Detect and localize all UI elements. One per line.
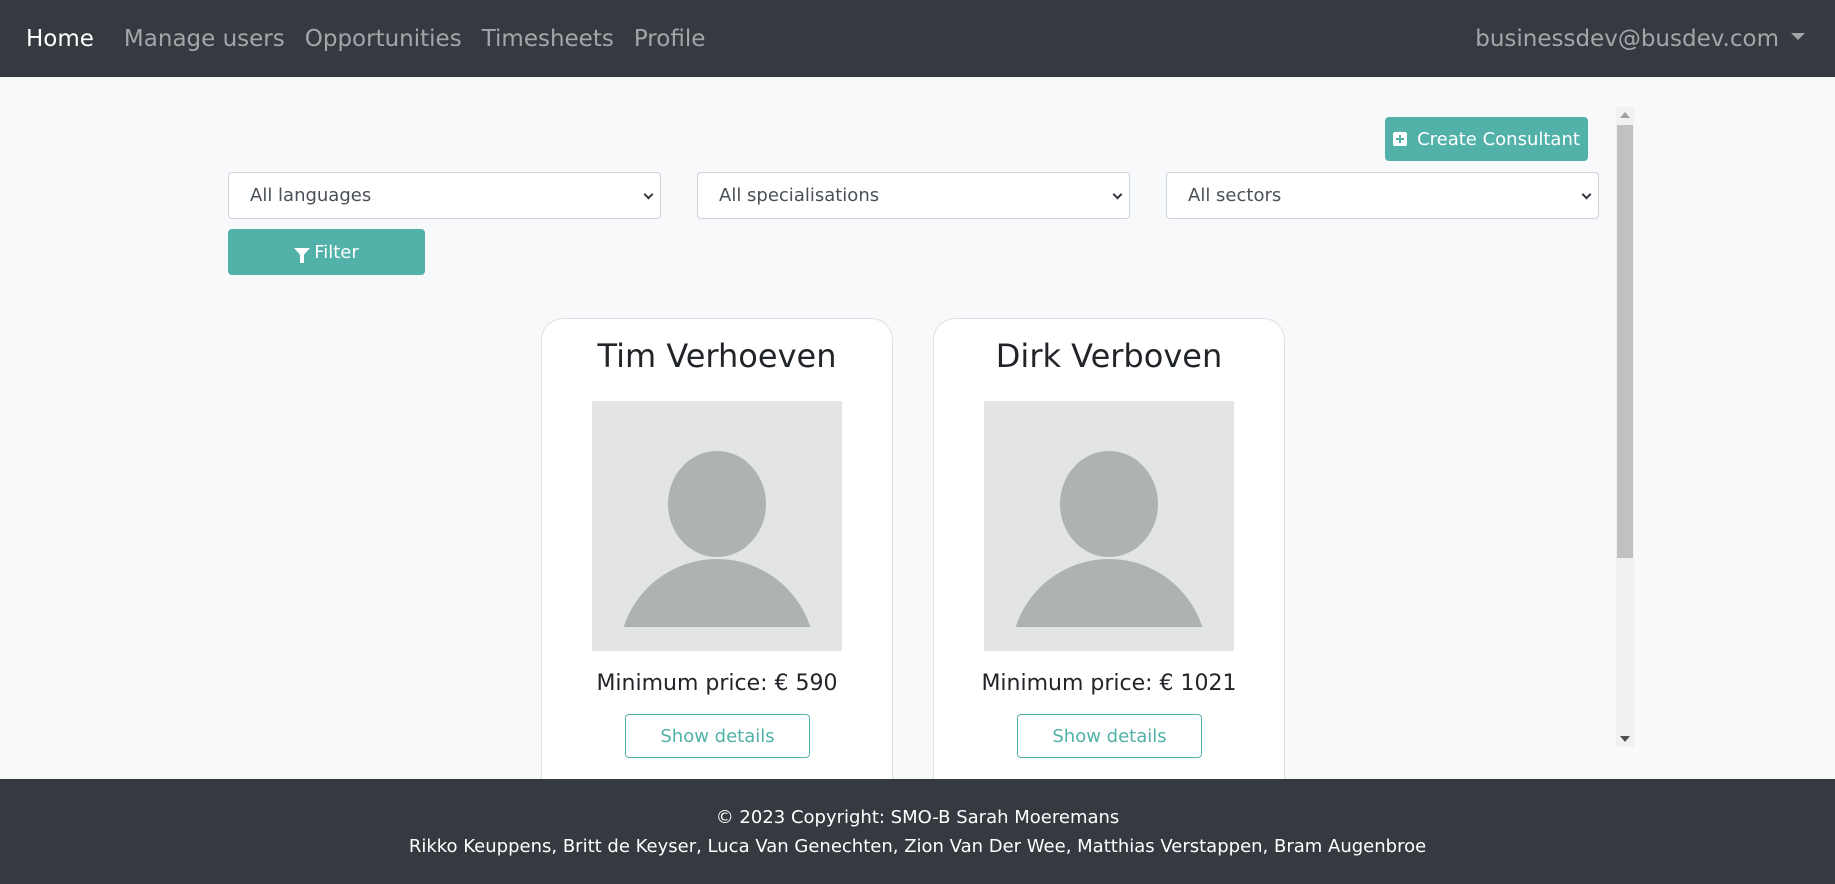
sectors-select[interactable]: All sectors: [1166, 172, 1599, 219]
consultant-price: Minimum price: € 1021: [981, 671, 1237, 696]
footer-copyright: © 2023 Copyright: SMO-B Sarah Moeremans: [715, 807, 1120, 828]
main-content: Create Consultant All languages All spec…: [0, 77, 1835, 779]
vertical-scrollbar[interactable]: [1616, 107, 1634, 747]
chevron-down-icon: [1112, 189, 1123, 200]
languages-select[interactable]: All languages: [228, 172, 661, 219]
show-details-button[interactable]: Show details: [1017, 714, 1202, 758]
scroll-down-arrow-icon[interactable]: [1620, 736, 1630, 742]
nav-home[interactable]: Home: [26, 26, 94, 52]
footer-authors: Rikko Keuppens, Britt de Keyser, Luca Va…: [408, 836, 1427, 857]
specialisations-select-value: All specialisations: [719, 185, 880, 206]
avatar-placeholder-icon: [984, 401, 1234, 651]
filter-button[interactable]: Filter: [228, 229, 425, 275]
consultant-name: Dirk Verboven: [995, 337, 1223, 375]
show-details-button[interactable]: Show details: [625, 714, 810, 758]
create-consultant-label: Create Consultant: [1417, 128, 1580, 150]
user-email: businessdev@busdev.com: [1475, 25, 1779, 52]
consultant-name: Tim Verhoeven: [597, 337, 837, 375]
chevron-down-icon: [1581, 189, 1592, 200]
consultant-card: Tim Verhoeven Minimum price: € 590 Show …: [541, 318, 893, 779]
languages-select-value: All languages: [250, 185, 372, 206]
consultant-price: Minimum price: € 590: [596, 671, 838, 696]
avatar-placeholder-icon: [592, 401, 842, 651]
specialisations-select[interactable]: All specialisations: [697, 172, 1130, 219]
nav-manage-users[interactable]: Manage users: [124, 26, 285, 52]
plus-square-icon: [1393, 132, 1408, 146]
nav-opportunities[interactable]: Opportunities: [305, 26, 462, 52]
nav-links: Home Manage users Opportunities Timeshee…: [26, 0, 725, 77]
nav-profile[interactable]: Profile: [634, 26, 706, 52]
page-footer: © 2023 Copyright: SMO-B Sarah Moeremans …: [0, 779, 1835, 884]
nav-timesheets[interactable]: Timesheets: [482, 26, 614, 52]
user-menu-dropdown[interactable]: businessdev@busdev.com: [1475, 0, 1805, 77]
create-consultant-button[interactable]: Create Consultant: [1385, 117, 1588, 161]
filter-icon: [294, 247, 311, 263]
scrollbar-thumb[interactable]: [1617, 125, 1633, 558]
filter-label: Filter: [314, 241, 359, 263]
consultant-card: Dirk Verboven Minimum price: € 1021 Show…: [933, 318, 1285, 779]
chevron-down-icon: [643, 189, 654, 200]
caret-down-icon: [1791, 33, 1805, 40]
top-navbar: Home Manage users Opportunities Timeshee…: [0, 0, 1835, 77]
sectors-select-value: All sectors: [1188, 185, 1282, 206]
scroll-up-arrow-icon[interactable]: [1620, 112, 1630, 118]
